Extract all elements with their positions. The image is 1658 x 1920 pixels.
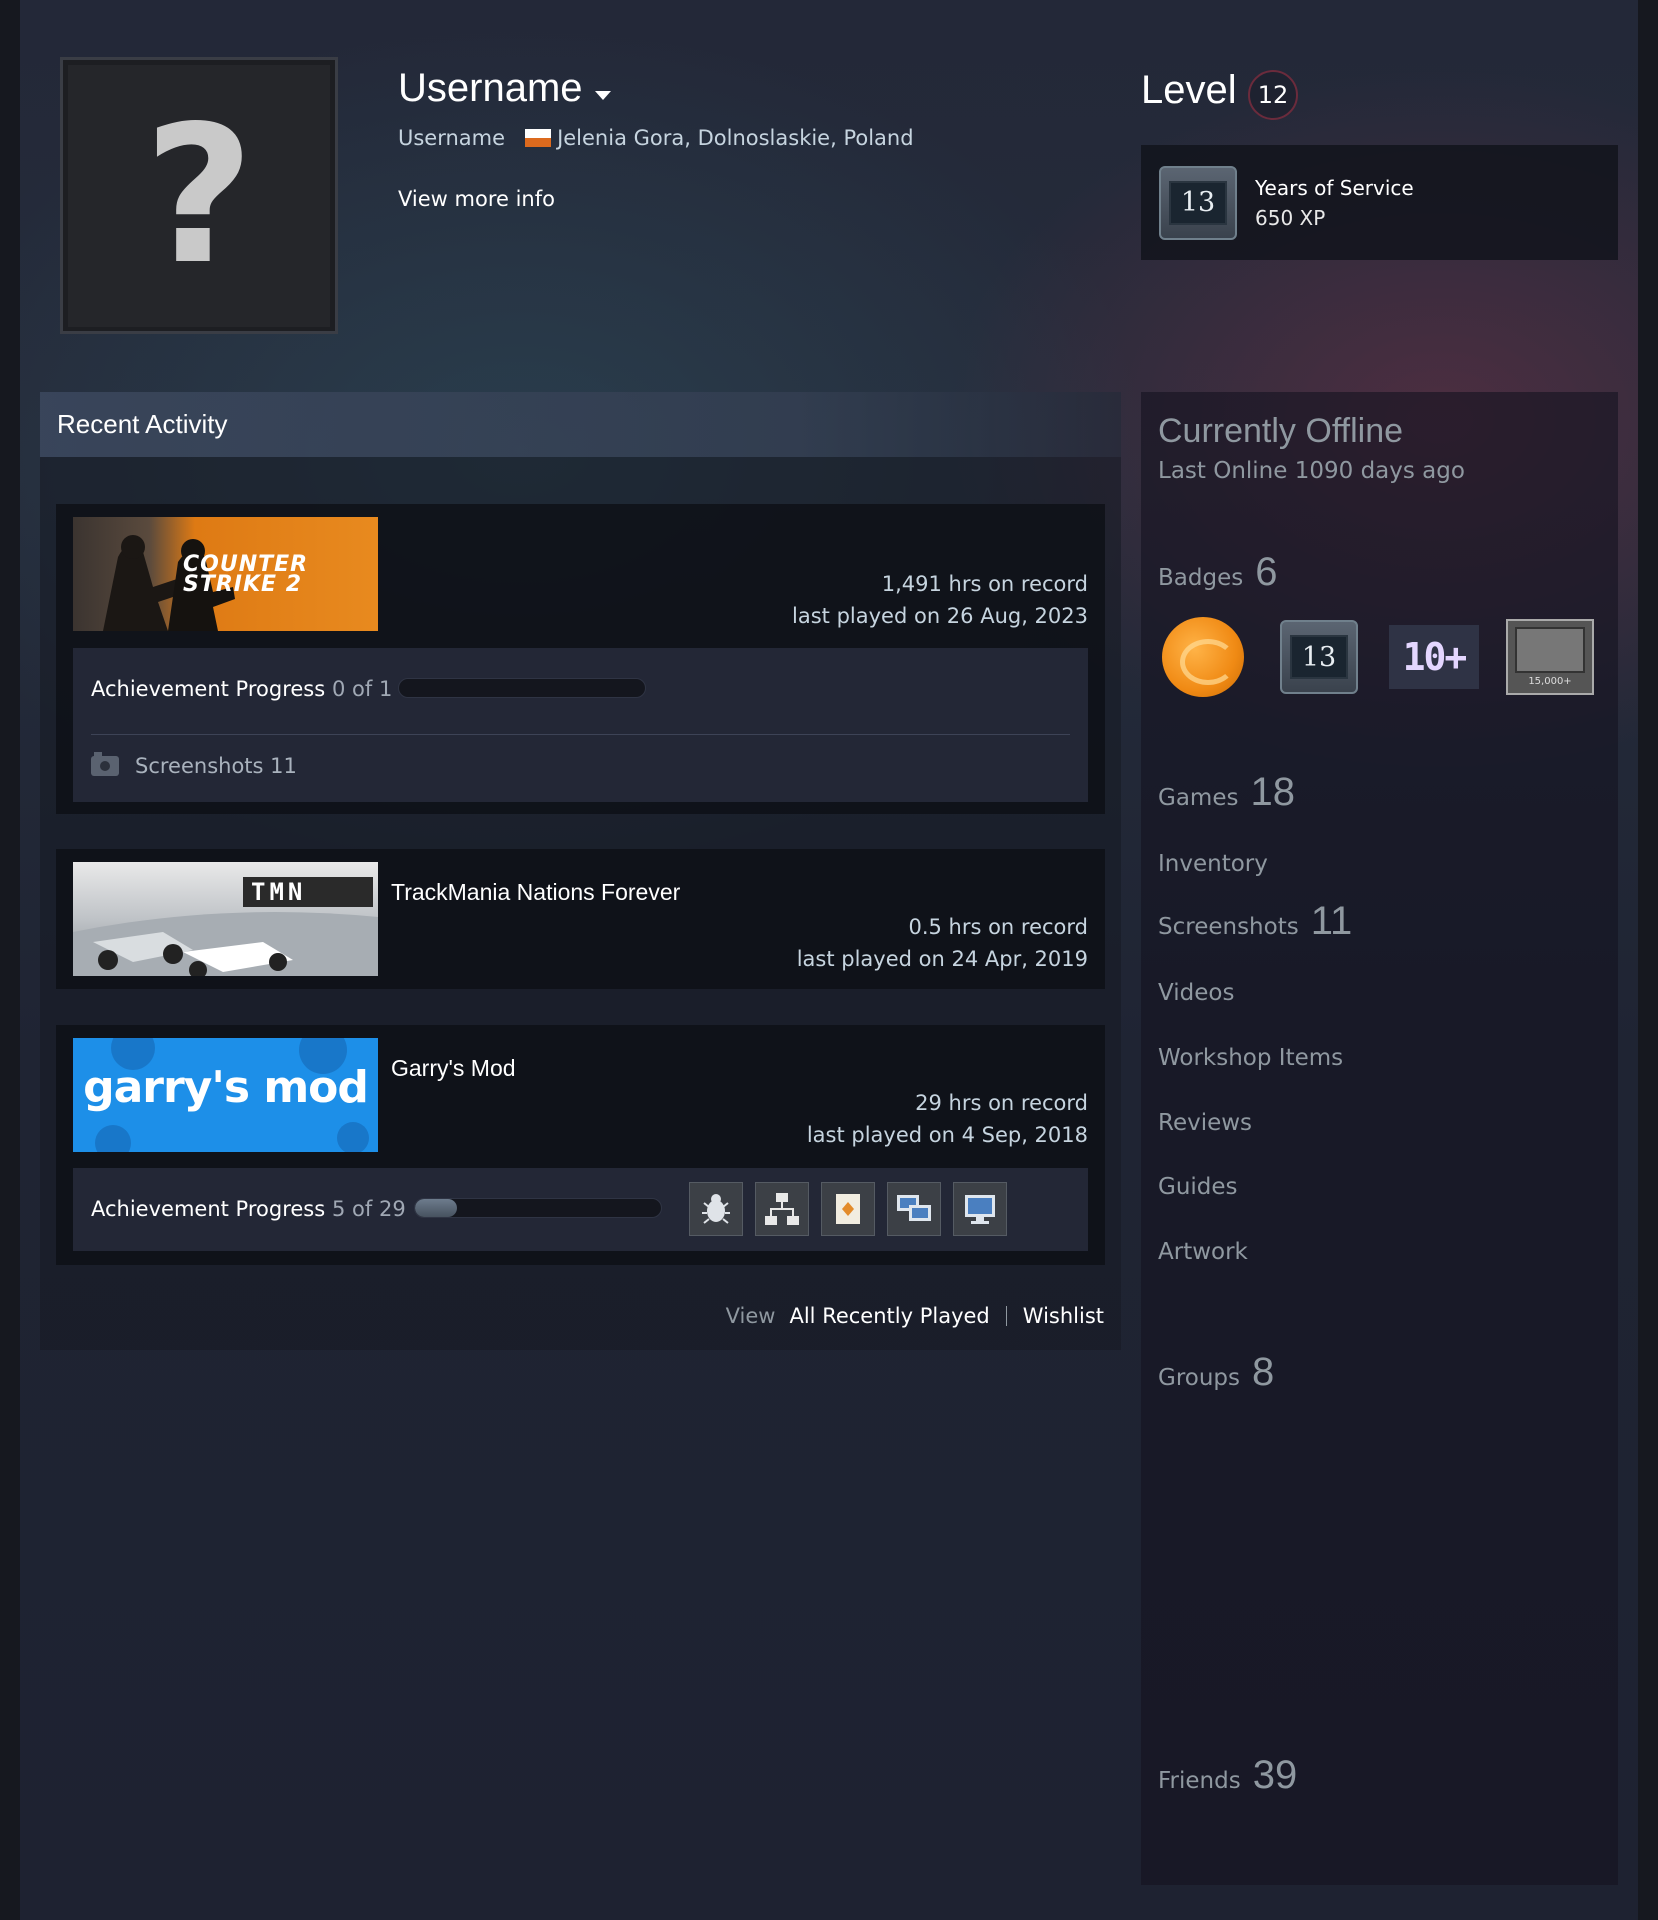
game-garrys-mod: garry's mod Garry's Mod 29 hrs on record… — [56, 1025, 1105, 1265]
recent-activity-footer: View All Recently Played Wishlist — [726, 1304, 1104, 1328]
workshop-items-link[interactable]: Workshop Items — [1158, 1045, 1343, 1071]
badge-years-of-service-icon[interactable]: 13 — [1274, 616, 1364, 698]
achievement-progress-bar — [398, 678, 646, 698]
all-recently-played-link[interactable]: All Recently Played — [789, 1304, 989, 1328]
friends-link[interactable]: Friends 39 — [1158, 1753, 1297, 1798]
avatar[interactable]: ? — [60, 57, 338, 334]
featured-badge-xp: 650 XP — [1255, 205, 1326, 230]
artwork-link[interactable]: Artwork — [1158, 1239, 1248, 1265]
achievement-progress-label: Achievement Progress — [91, 677, 326, 701]
recent-activity-panel: Recent Activity COUNTER STRIKE 2 1,491 h… — [40, 392, 1121, 1350]
wishlist-link[interactable]: Wishlist — [1023, 1304, 1104, 1328]
level-badge: 12 — [1248, 70, 1298, 120]
username-dropdown[interactable]: Username — [398, 66, 611, 111]
recent-activity-title: Recent Activity — [40, 392, 1121, 457]
achievement-progress-label: Achievement Progress — [91, 1197, 326, 1221]
achievement-progress-bar — [414, 1198, 662, 1218]
game-hours-garrys-mod: 29 hrs on record — [915, 1091, 1088, 1115]
badge-tv-icon[interactable]: 15,000+ — [1505, 616, 1595, 698]
badges-link[interactable]: Badges 6 — [1158, 550, 1277, 595]
badge-orange-icon[interactable] — [1158, 616, 1248, 698]
game-hours-cs2: 1,491 hrs on record — [881, 572, 1088, 596]
gmod-logo: garry's mod — [83, 1062, 369, 1113]
username-text: Username — [398, 66, 583, 110]
achievement-count: 0 of 1 — [332, 677, 393, 701]
achievement-progress-fill — [415, 1199, 457, 1217]
game-hours-trackmania: 0.5 hrs on record — [908, 915, 1088, 939]
screenshots-link[interactable]: Screenshots 11 — [1158, 899, 1352, 944]
last-online: Last Online 1090 days ago — [1158, 458, 1465, 484]
profile-sidebar: Currently Offline Last Online 1090 days … — [1141, 392, 1618, 1885]
right-gutter — [1638, 0, 1658, 1920]
bug-icon[interactable] — [689, 1182, 743, 1236]
games-link[interactable]: Games 18 — [1158, 770, 1295, 815]
featured-badge-card[interactable]: 13 Years of Service 650 XP — [1141, 145, 1618, 260]
videos-link[interactable]: Videos — [1158, 980, 1234, 1006]
real-name: Username — [398, 126, 506, 150]
camera-icon — [91, 752, 119, 776]
game-capsule-garrys-mod[interactable]: garry's mod — [73, 1038, 378, 1152]
groups-link[interactable]: Groups 8 — [1158, 1350, 1274, 1395]
network-icon[interactable] — [755, 1182, 809, 1236]
poland-flag-icon — [525, 129, 552, 147]
chevron-down-icon — [594, 91, 611, 100]
monitors-icon[interactable] — [887, 1182, 941, 1236]
game-capsule-cs2[interactable]: COUNTER STRIKE 2 — [73, 517, 378, 631]
years-of-service-badge-icon: 13 — [1159, 165, 1237, 240]
game-capsule-trackmania[interactable]: TMN — [73, 862, 378, 976]
view-label: View — [725, 1304, 776, 1328]
game-name-trackmania[interactable]: TrackMania Nations Forever — [391, 879, 680, 906]
trackmania-cars-image — [73, 877, 378, 976]
monitor-icon[interactable] — [953, 1182, 1007, 1236]
profile-subline: Username Jelenia Gora, Dolnoslaskie, Pol… — [398, 126, 914, 150]
achievement-box-garrys-mod: Achievement Progress 5 of 29 — [73, 1168, 1088, 1251]
reviews-link[interactable]: Reviews — [1158, 1110, 1252, 1136]
game-cs2: COUNTER STRIKE 2 1,491 hrs on record las… — [56, 504, 1105, 814]
featured-badge-title: Years of Service — [1255, 175, 1414, 200]
level-label: Level — [1141, 68, 1237, 112]
location: Jelenia Gora, Dolnoslaskie, Poland — [557, 126, 914, 150]
game-last-played-garrys-mod: last played on 4 Sep, 2018 — [806, 1123, 1088, 1147]
game-last-played-cs2: last played on 26 Aug, 2023 — [792, 604, 1088, 628]
screenshots-link-cs2[interactable]: Screenshots 11 — [91, 752, 297, 778]
left-gutter — [0, 0, 20, 1920]
inventory-link[interactable]: Inventory — [1158, 851, 1268, 877]
game-trackmania: TMN TrackMania Nations Forever 0.5 hrs o… — [56, 849, 1105, 989]
view-more-info-link[interactable]: View more info — [398, 187, 555, 211]
cs2-logo: COUNTER STRIKE 2 — [183, 552, 309, 597]
achievement-count: 5 of 29 — [332, 1197, 406, 1221]
guides-link[interactable]: Guides — [1158, 1174, 1238, 1200]
game-last-played-trackmania: last played on 24 Apr, 2019 — [796, 947, 1088, 971]
online-status: Currently Offline — [1158, 412, 1404, 450]
trackmania-logo: TMN — [251, 878, 307, 906]
badge-ten-plus-icon[interactable]: 10+ — [1389, 616, 1479, 698]
game-name-garrys-mod[interactable]: Garry's Mod — [391, 1055, 516, 1082]
question-mark-icon: ? — [143, 84, 255, 306]
card-icon[interactable] — [821, 1182, 875, 1236]
achievement-box-cs2: Achievement Progress 0 of 1 Screenshots … — [73, 648, 1088, 802]
